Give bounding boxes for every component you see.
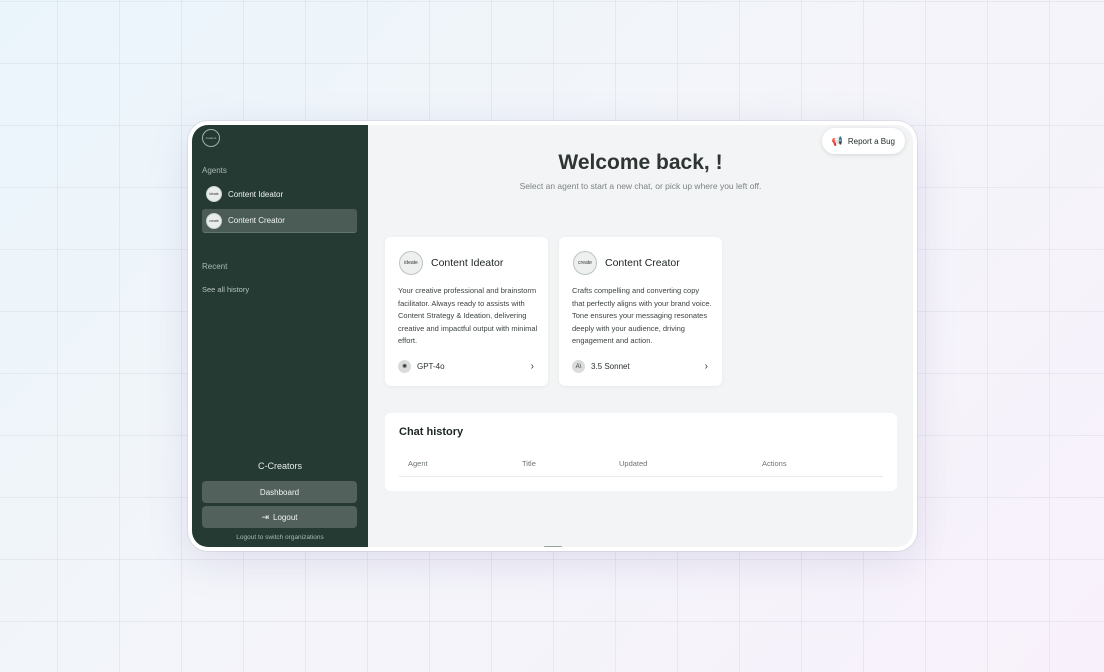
column-header-updated[interactable]: Updated	[619, 459, 647, 468]
report-bug-label: Report a Bug	[847, 136, 895, 146]
model-badge: ✺ GPT-4o	[398, 360, 445, 373]
chat-history-title: Chat history	[399, 426, 464, 438]
page-subtitle: Select an agent to start a new chat, or …	[519, 181, 762, 191]
agent-card-content-creator[interactable]: create Content Creator Crafts compelling…	[559, 237, 722, 386]
logout-button[interactable]: ⇥ Logout	[202, 506, 357, 528]
card-header: ideate Content Ideator	[399, 251, 503, 275]
agent-card-content-ideator[interactable]: ideate Content Ideator Your creative pro…	[385, 237, 548, 386]
chevron-right-icon[interactable]: ›	[705, 361, 708, 372]
sidebar-item-label: Content Creator	[228, 216, 285, 225]
card-description: Crafts compelling and converting copy th…	[572, 286, 712, 345]
megaphone-icon: 📢	[831, 135, 843, 146]
see-all-history-link[interactable]: See all history	[202, 285, 249, 294]
anthropic-icon: A\	[572, 360, 585, 373]
logout-hint: Logout to switch organizations	[236, 534, 324, 541]
column-header-actions[interactable]: Actions	[762, 459, 787, 468]
card-header: create Content Creator	[573, 251, 680, 275]
page-title: Welcome back, !	[558, 151, 723, 174]
logout-button-label: Logout	[273, 512, 298, 522]
model-label: GPT-4o	[417, 362, 445, 371]
app-screen: creators Agents ideate Content Ideator c…	[192, 125, 913, 547]
dashboard-button[interactable]: Dashboard	[202, 481, 357, 503]
chevron-right-icon[interactable]: ›	[531, 361, 534, 372]
org-logo: creators	[202, 129, 220, 147]
sidebar-item-label: Content Ideator	[228, 189, 284, 199]
card-description: Your creative professional and brainstor…	[398, 286, 538, 345]
card-footer: A\ 3.5 Sonnet ›	[572, 360, 708, 373]
sidebar-item-content-creator[interactable]: create Content Creator	[202, 209, 357, 233]
sidebar: creators Agents ideate Content Ideator c…	[192, 125, 368, 547]
recent-section-label: Recent	[202, 262, 228, 271]
card-footer: ✺ GPT-4o ›	[398, 360, 534, 373]
chat-history-panel: Chat history Agent Title Updated Actions	[385, 413, 897, 491]
agent-avatar: create	[573, 251, 597, 275]
agent-avatar: create	[206, 212, 222, 229]
scroll-handle[interactable]	[544, 546, 562, 547]
model-badge: A\ 3.5 Sonnet	[572, 360, 630, 373]
openai-icon: ✺	[398, 360, 411, 373]
agent-avatar: ideate	[399, 251, 423, 275]
agents-section-label: Agents	[202, 166, 227, 175]
model-label: 3.5 Sonnet	[591, 362, 630, 371]
dashboard-button-label: Dashboard	[259, 487, 300, 497]
org-name: C-Creators	[257, 461, 302, 471]
column-header-agent[interactable]: Agent	[408, 459, 428, 468]
agent-avatar: ideate	[206, 186, 222, 202]
card-title: Content Ideator	[431, 257, 504, 269]
logout-icon: ⇥	[261, 511, 270, 522]
sidebar-item-content-ideator[interactable]: ideate Content Ideator	[202, 182, 357, 206]
column-header-title[interactable]: Title	[522, 459, 536, 468]
card-title: Content Creator	[605, 257, 680, 269]
main-content: 📢 Report a Bug Welcome back, ! Select an…	[368, 125, 913, 547]
device-frame: creators Agents ideate Content Ideator c…	[188, 121, 917, 551]
chat-history-table-header: Agent Title Updated Actions	[399, 459, 883, 477]
